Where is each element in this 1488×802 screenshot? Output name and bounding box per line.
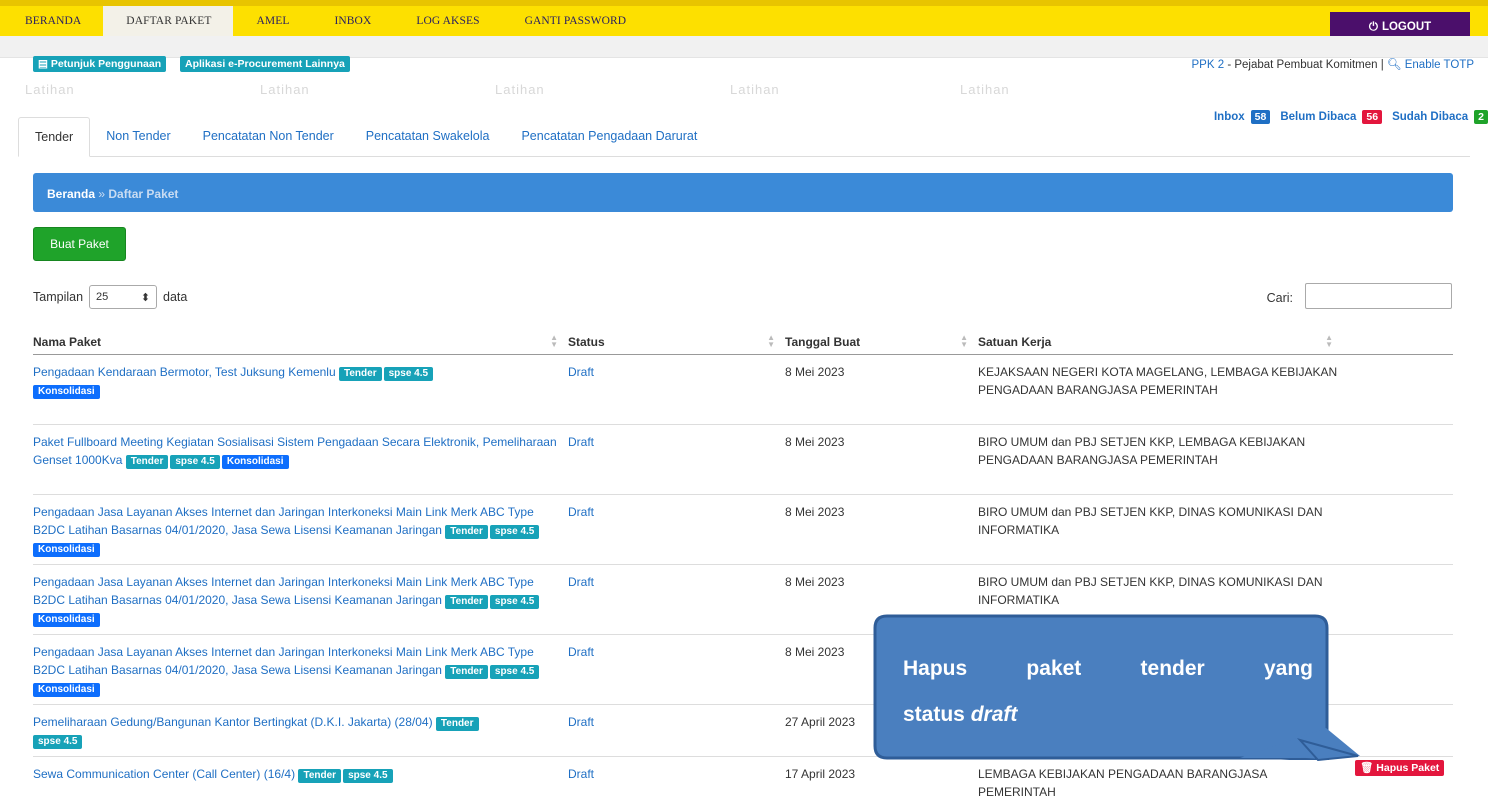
callout-pointer — [1240, 728, 1360, 762]
